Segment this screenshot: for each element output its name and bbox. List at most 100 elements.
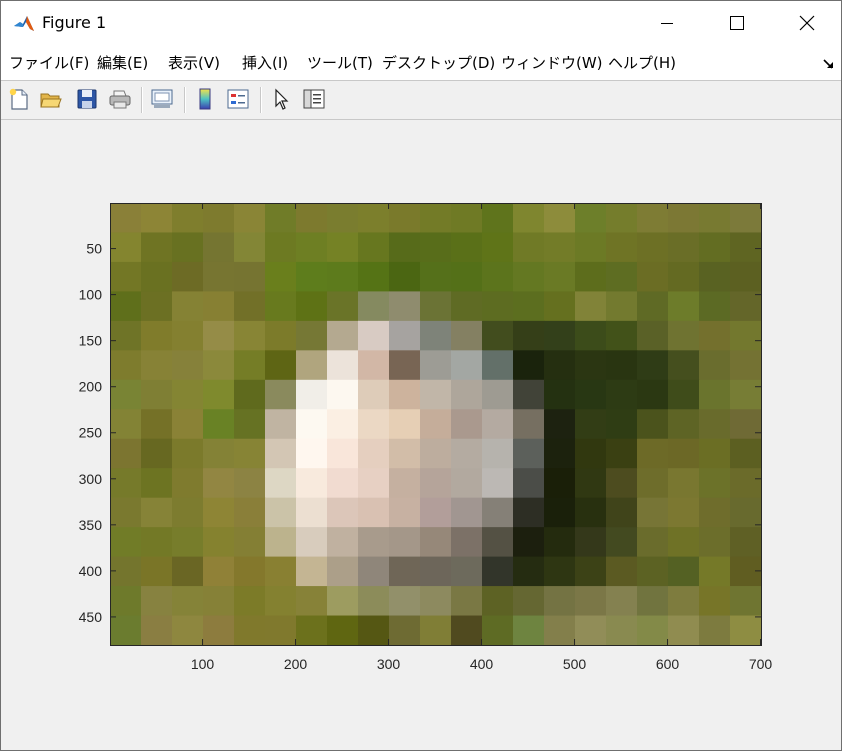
image-pixel-block <box>637 497 669 528</box>
y-tick-label: 200 <box>79 379 103 395</box>
image-pixel-block <box>420 203 452 234</box>
image-pixel-block <box>296 320 328 351</box>
image-pixel-block <box>234 291 266 322</box>
image-pixel-block <box>606 586 638 617</box>
image-pixel-block <box>358 556 390 587</box>
image-pixel-block <box>265 203 297 234</box>
image-pixel-block <box>327 497 359 528</box>
image-pixel-block <box>451 527 483 558</box>
image-pixel-block <box>482 261 514 292</box>
image-pixel-block <box>606 232 638 263</box>
x-tick-label: 400 <box>470 656 494 672</box>
image-pixel-block <box>668 320 700 351</box>
image-pixel-block <box>668 527 700 558</box>
image-pixel-block <box>513 497 545 528</box>
image-pixel-block <box>358 203 390 234</box>
image-pixel-block <box>606 350 638 381</box>
image-pixel-block <box>358 409 390 440</box>
image-pixel-block <box>172 409 204 440</box>
image-pixel-block <box>327 615 359 646</box>
image-pixel-block <box>606 468 638 499</box>
image-pixel-block <box>110 320 142 351</box>
figure-window: Figure 1 ファイル(F) 編集(E) 表示(V) 挿入(I) ツール(T… <box>0 0 842 751</box>
image-pixel-block <box>482 615 514 646</box>
image-pixel-block <box>730 261 762 292</box>
y-tick-labels: 50 100 150 200 250 300 350 400 450 <box>79 241 103 625</box>
image-pixel-block <box>451 438 483 469</box>
image-pixel-block <box>234 409 266 440</box>
image-pixel-block <box>203 586 235 617</box>
image-pixel-block <box>606 203 638 234</box>
image-pixel-block <box>451 320 483 351</box>
image-pixel-block <box>544 527 576 558</box>
image-pixel-block <box>389 203 421 234</box>
image-pixel-block <box>637 409 669 440</box>
image-pixel-block <box>699 232 731 263</box>
image-pixel-block <box>668 261 700 292</box>
image-pixel-block <box>296 409 328 440</box>
image-pixel-block <box>203 497 235 528</box>
image-pixel-block <box>110 527 142 558</box>
image-pixel-block <box>699 320 731 351</box>
y-tick-label: 350 <box>79 517 103 533</box>
x-tick-label: 600 <box>656 656 680 672</box>
image-pixel-block <box>172 261 204 292</box>
image-pixel-block <box>451 556 483 587</box>
y-tick-label: 50 <box>86 241 102 257</box>
image-pixel-block <box>234 527 266 558</box>
image-pixel-block <box>420 291 452 322</box>
image-pixel-block <box>141 556 173 587</box>
image-pixel-block <box>327 379 359 410</box>
image-pixel-block <box>420 497 452 528</box>
image-pixel-block <box>296 350 328 381</box>
image-pixel-block <box>544 468 576 499</box>
image-pixel-block <box>141 497 173 528</box>
y-tick-label: 450 <box>79 609 103 625</box>
image-pixel-block <box>420 556 452 587</box>
figure-canvas: 100 200 300 400 500 600 700 50 100 150 200 250 300 3… <box>79 203 772 672</box>
image-pixel-block <box>730 615 762 646</box>
image-pixel-block <box>389 320 421 351</box>
image-pixel-block <box>637 468 669 499</box>
image-pixel-block <box>389 497 421 528</box>
image-pixel-block <box>172 468 204 499</box>
image-pixel-block <box>203 350 235 381</box>
image-pixel-block <box>389 291 421 322</box>
image-pixel-block <box>110 203 142 234</box>
image-pixel-block <box>637 556 669 587</box>
y-tick-label: 400 <box>79 563 103 579</box>
image-pixel-block <box>327 438 359 469</box>
image-pixel-block <box>637 320 669 351</box>
image-pixel-block <box>730 409 762 440</box>
image-pixel-block <box>606 615 638 646</box>
image-pixel-block <box>699 409 731 440</box>
image-pixel-block <box>482 438 514 469</box>
image-pixel-block <box>141 615 173 646</box>
image-pixel-block <box>637 527 669 558</box>
image-layer[interactable] <box>110 203 762 646</box>
image-pixel-block <box>327 350 359 381</box>
image-pixel-block <box>451 291 483 322</box>
image-pixel-block <box>141 527 173 558</box>
image-pixel-block <box>265 291 297 322</box>
image-pixel-block <box>141 261 173 292</box>
image-pixel-block <box>420 409 452 440</box>
image-pixel-block <box>265 261 297 292</box>
image-pixel-block <box>544 291 576 322</box>
image-pixel-block <box>234 350 266 381</box>
image-pixel-block <box>234 556 266 587</box>
image-pixel-block <box>730 438 762 469</box>
image-pixel-block <box>389 409 421 440</box>
image-pixel-block <box>482 379 514 410</box>
image-pixel-block <box>606 438 638 469</box>
image-pixel-block <box>637 261 669 292</box>
image-pixel-block <box>668 556 700 587</box>
image-pixel-block <box>327 468 359 499</box>
image-pixel-block <box>420 615 452 646</box>
image-pixel-block <box>203 291 235 322</box>
image-pixel-block <box>265 586 297 617</box>
image-pixel-block <box>451 379 483 410</box>
image-pixel-block <box>513 438 545 469</box>
image-pixel-block <box>668 586 700 617</box>
image-pixel-block <box>203 438 235 469</box>
